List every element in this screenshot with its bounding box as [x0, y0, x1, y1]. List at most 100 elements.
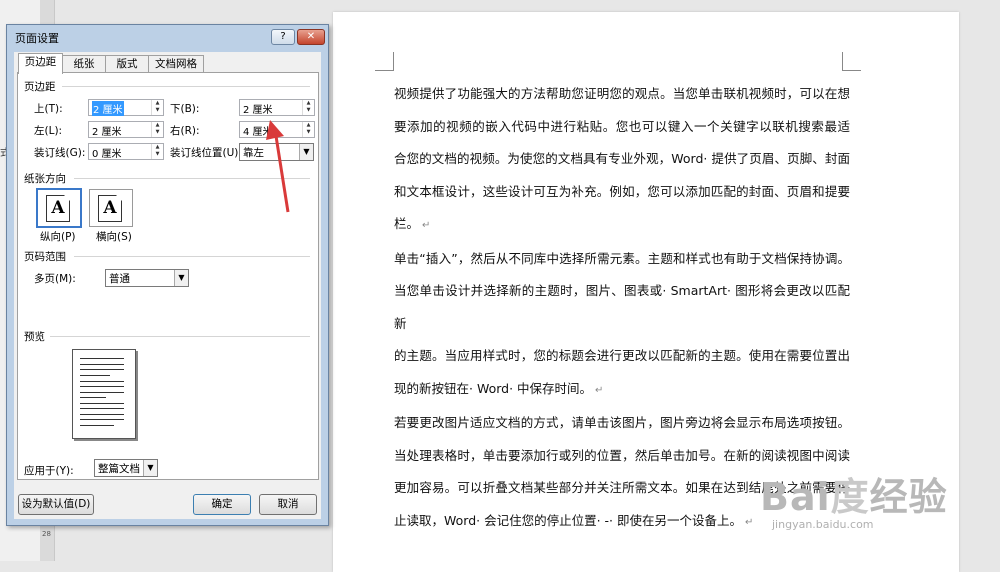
spin-up-icon[interactable]: ▲ — [152, 122, 163, 129]
set-default-button[interactable]: 设为默认值(D) — [18, 494, 94, 515]
top-margin-value: 2 厘米 — [92, 101, 124, 116]
left-margin-field[interactable]: 2 厘米 ▲ ▼ — [88, 121, 164, 138]
close-button[interactable]: ✕ — [297, 29, 325, 45]
doc-line-text: 栏。 — [394, 216, 420, 231]
baidu-watermark: Bai度经验 jingyan.baidu.com — [760, 478, 990, 558]
spin-down-icon[interactable]: ▼ — [152, 107, 163, 114]
right-margin-value: 4 厘米 — [243, 127, 273, 138]
watermark-url: jingyan.baidu.com — [772, 518, 874, 531]
apply-to-value: 整篇文档 — [98, 463, 140, 475]
doc-line: 和文本框设计，这些设计可互为补充。例如，您可以添加匹配的封面、页眉和提要 — [394, 183, 850, 199]
portrait-label: 纵向(P) — [40, 231, 76, 243]
apply-to-select[interactable]: 整篇文档 ▼ — [94, 459, 158, 477]
doc-line-text: 现的新按钮在· Word· 中保存时间。 — [394, 380, 593, 396]
right-margin-label: 右(R): — [170, 125, 200, 137]
gutter-value: 0 厘米 — [92, 149, 122, 160]
tab-margins[interactable]: 页边距 — [18, 53, 63, 74]
top-margin-field[interactable]: 2 厘米 ▲ ▼ — [88, 99, 164, 116]
preview-line — [80, 419, 124, 420]
bottom-margin-value: 2 厘米 — [243, 105, 273, 116]
spin-up-icon[interactable]: ▲ — [303, 100, 314, 107]
preview-line — [80, 403, 124, 404]
doc-line-text: 止读取，Word· 会记住您的停止位置· -· 即使在另一个设备上。 — [394, 512, 742, 528]
doc-line: 的主题。当应用样式时，您的标题会进行更改以匹配新的主题。使用在需要位置出 — [394, 348, 850, 363]
doc-line: 合您的文档的视频。为使您的文档具有专业外观，Word· 提供了页眉、页脚、封面 — [394, 151, 850, 166]
spin-up-icon[interactable]: ▲ — [152, 144, 163, 151]
doc-line: 当处理表格时，单击要添加行或列的位置，然后单击加号。在新的阅读视图中阅读 — [394, 447, 850, 463]
gutter-label: 装订线(G): — [34, 147, 86, 159]
top-margin-label: 上(T): — [34, 103, 63, 115]
crop-mark-top-right — [842, 52, 861, 71]
chevron-down-icon[interactable]: ▼ — [143, 460, 157, 476]
multiple-pages-select[interactable]: 普通 ▼ — [105, 269, 189, 287]
margins-panel: 页边距 上(T): 2 厘米 ▲ ▼ 下(B): 2 厘米 ▲ ▼ 左(L): 2 … — [17, 72, 319, 480]
chevron-down-icon[interactable]: ▼ — [299, 144, 313, 160]
paragraph-mark-icon: ↵ — [744, 516, 754, 528]
ok-button[interactable]: 确定 — [193, 494, 251, 515]
preview-line — [80, 397, 106, 398]
preview-section-title: 预览 — [24, 331, 45, 343]
ruler-mark: 28 — [42, 530, 51, 538]
watermark-logo-text: Bai — [760, 475, 831, 519]
doc-line: 单击“插入”，然后从不同库中选择所需元素。主题和样式也有助于文档保持协调。 — [394, 250, 850, 266]
left-margin-value: 2 厘米 — [92, 127, 122, 138]
gutter-position-label: 装订线位置(U): — [170, 147, 242, 159]
tab-layout[interactable]: 版式 — [105, 55, 149, 73]
preview-line — [80, 381, 124, 382]
right-margin-spinner[interactable]: ▲ ▼ — [302, 122, 314, 137]
bottom-margin-label: 下(B): — [170, 103, 200, 115]
right-margin-field[interactable]: 4 厘米 ▲ ▼ — [239, 121, 315, 138]
section-divider — [74, 178, 310, 179]
document-body[interactable]: 视频提供了功能强大的方法帮助您证明您的观点。当您单击联机视频时，可以在想 要添加… — [394, 78, 850, 539]
chevron-down-icon[interactable]: ▼ — [174, 270, 188, 286]
spin-up-icon[interactable]: ▲ — [152, 100, 163, 107]
watermark-logo: Bai度经验 — [760, 478, 990, 516]
doc-line: 现的新按钮在· Word· 中保存时间。 ↵ — [394, 373, 850, 408]
portrait-button[interactable]: A — [36, 188, 82, 228]
doc-line: 要添加的视频的嵌入代码中进行粘贴。您也可以键入一个关键字以联机搜索最适 — [394, 118, 850, 134]
top-margin-spinner[interactable]: ▲ ▼ — [151, 100, 163, 115]
gutter-position-select[interactable]: 靠左 ▼ — [239, 143, 314, 161]
gutter-field[interactable]: 0 厘米 ▲ ▼ — [88, 143, 164, 160]
orientation-section-title: 纸张方向 — [24, 173, 66, 185]
margins-section-title: 页边距 — [24, 81, 56, 93]
portrait-page-icon: A — [46, 195, 70, 222]
preview-line — [80, 358, 124, 359]
paw-icon: 度 — [830, 475, 870, 519]
left-margin-spinner[interactable]: ▲ ▼ — [151, 122, 163, 137]
page-setup-dialog: 页面设置 ? ✕ 页边距 纸张 版式 文档网格 页边距 上(T): 2 厘米 ▲… — [6, 24, 329, 526]
help-button[interactable]: ? — [271, 29, 295, 45]
preview-line — [80, 386, 124, 387]
spin-down-icon[interactable]: ▼ — [303, 129, 314, 136]
bottom-margin-field[interactable]: 2 厘米 ▲ ▼ — [239, 99, 315, 116]
dialog-titlebar[interactable]: 页面设置 ? ✕ — [7, 25, 328, 47]
landscape-label: 横向(S) — [96, 231, 132, 243]
landscape-page-icon: A — [98, 195, 122, 222]
doc-line: 当您单击设计并选择新的主题时，图片、图表或· SmartArt· 图形将会更改以… — [394, 283, 850, 331]
dialog-title: 页面设置 — [15, 32, 59, 45]
section-divider — [50, 336, 310, 337]
left-margin-label: 左(L): — [34, 125, 63, 137]
spin-down-icon[interactable]: ▼ — [152, 129, 163, 136]
section-divider — [62, 86, 310, 87]
preview-line — [80, 414, 124, 415]
paragraph-mark-icon: ↵ — [422, 220, 431, 231]
preview-line — [80, 364, 124, 365]
preview-line — [80, 369, 124, 370]
spin-up-icon[interactable]: ▲ — [303, 122, 314, 129]
landscape-button[interactable]: A — [89, 189, 133, 227]
doc-line: 若要更改图片适应文档的方式，请单击该图片，图片旁边将会显示布局选项按钮。 — [394, 415, 850, 430]
preview-line — [80, 375, 110, 376]
preview-line — [80, 425, 114, 426]
watermark-logo-suffix: 经验 — [869, 475, 948, 519]
tab-document-grid[interactable]: 文档网格 — [148, 55, 204, 73]
bottom-margin-spinner[interactable]: ▲ ▼ — [302, 100, 314, 115]
paragraph-mark-icon: ↵ — [595, 384, 604, 396]
cancel-button[interactable]: 取消 — [259, 494, 317, 515]
spin-down-icon[interactable]: ▼ — [152, 151, 163, 158]
tab-paper[interactable]: 纸张 — [62, 55, 106, 73]
dialog-client: 页边距 纸张 版式 文档网格 页边距 上(T): 2 厘米 ▲ ▼ 下(B): 2… — [14, 52, 321, 519]
spin-down-icon[interactable]: ▼ — [303, 107, 314, 114]
gutter-spinner[interactable]: ▲ ▼ — [151, 144, 163, 159]
multiple-pages-value: 普通 — [109, 273, 130, 285]
